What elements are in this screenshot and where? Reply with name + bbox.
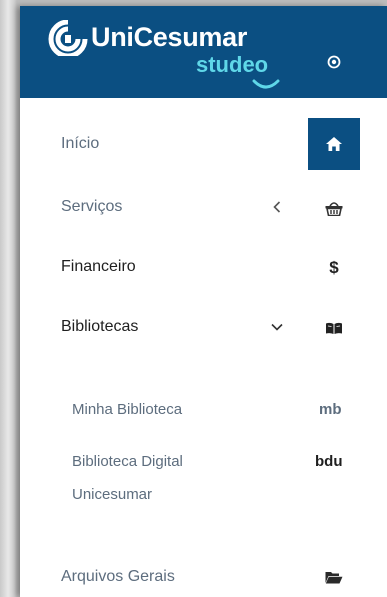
- menu-item-financeiro[interactable]: Financeiro $: [20, 242, 387, 292]
- menu-icon-cell-servicos[interactable]: [308, 182, 360, 234]
- submenu-label-minha-biblioteca: Minha Biblioteca: [72, 401, 183, 418]
- menu-icon-cell-bibliotecas[interactable]: [308, 302, 360, 354]
- dollar-icon: $: [329, 258, 339, 277]
- folder-open-icon: [325, 571, 343, 583]
- basket-icon: [325, 201, 343, 216]
- brand-logo[interactable]: UniCesumar studeo: [48, 16, 288, 96]
- submenu-label-biblioteca-digital-line1: Biblioteca Digital: [72, 453, 183, 470]
- sidebar-header: UniCesumar studeo: [20, 6, 387, 98]
- submenu-abbr-bdu: bdu: [315, 453, 343, 470]
- menu-label-inicio: Início: [61, 135, 100, 152]
- home-icon: [326, 137, 342, 151]
- submenu-item-biblioteca-digital[interactable]: Biblioteca Digital Unicesumar bdu: [20, 450, 387, 508]
- menu-label-financeiro: Financeiro: [61, 258, 136, 275]
- submenu-item-minha-biblioteca[interactable]: Minha Biblioteca mb: [20, 396, 387, 426]
- menu-icon-cell-financeiro[interactable]: $: [308, 242, 360, 294]
- brand-subname: studeo: [196, 52, 269, 77]
- chevron-left-icon[interactable]: [268, 198, 286, 216]
- menu-label-servicos: Serviços: [61, 198, 123, 215]
- submenu-label-biblioteca-digital-line2: Unicesumar: [72, 486, 153, 503]
- unicesumar-logo-icon: [48, 20, 88, 56]
- header-settings-button[interactable]: [322, 50, 346, 74]
- brand-name: UniCesumar: [91, 22, 248, 52]
- menu-icon-cell-inicio[interactable]: [308, 118, 360, 170]
- submenu-abbr-mb: mb: [319, 401, 342, 418]
- menu-label-bibliotecas: Bibliotecas: [61, 318, 139, 335]
- circle-dot-icon: [327, 55, 341, 69]
- menu-item-inicio[interactable]: Início: [20, 118, 387, 170]
- menu-item-servicos[interactable]: Serviços: [20, 182, 387, 232]
- studeo-smile-icon: [252, 79, 280, 89]
- menu-icon-cell-arquivos[interactable]: [308, 551, 360, 597]
- chevron-down-icon[interactable]: [268, 318, 286, 336]
- menu-item-bibliotecas[interactable]: Bibliotecas: [20, 302, 387, 352]
- menu-label-arquivos-gerais: Arquivos Gerais: [61, 568, 175, 585]
- book-open-icon: [326, 322, 342, 334]
- menu-item-arquivos-gerais[interactable]: Arquivos Gerais: [20, 551, 387, 597]
- sidebar: UniCesumar studeo Início Serviços Financ…: [20, 6, 387, 597]
